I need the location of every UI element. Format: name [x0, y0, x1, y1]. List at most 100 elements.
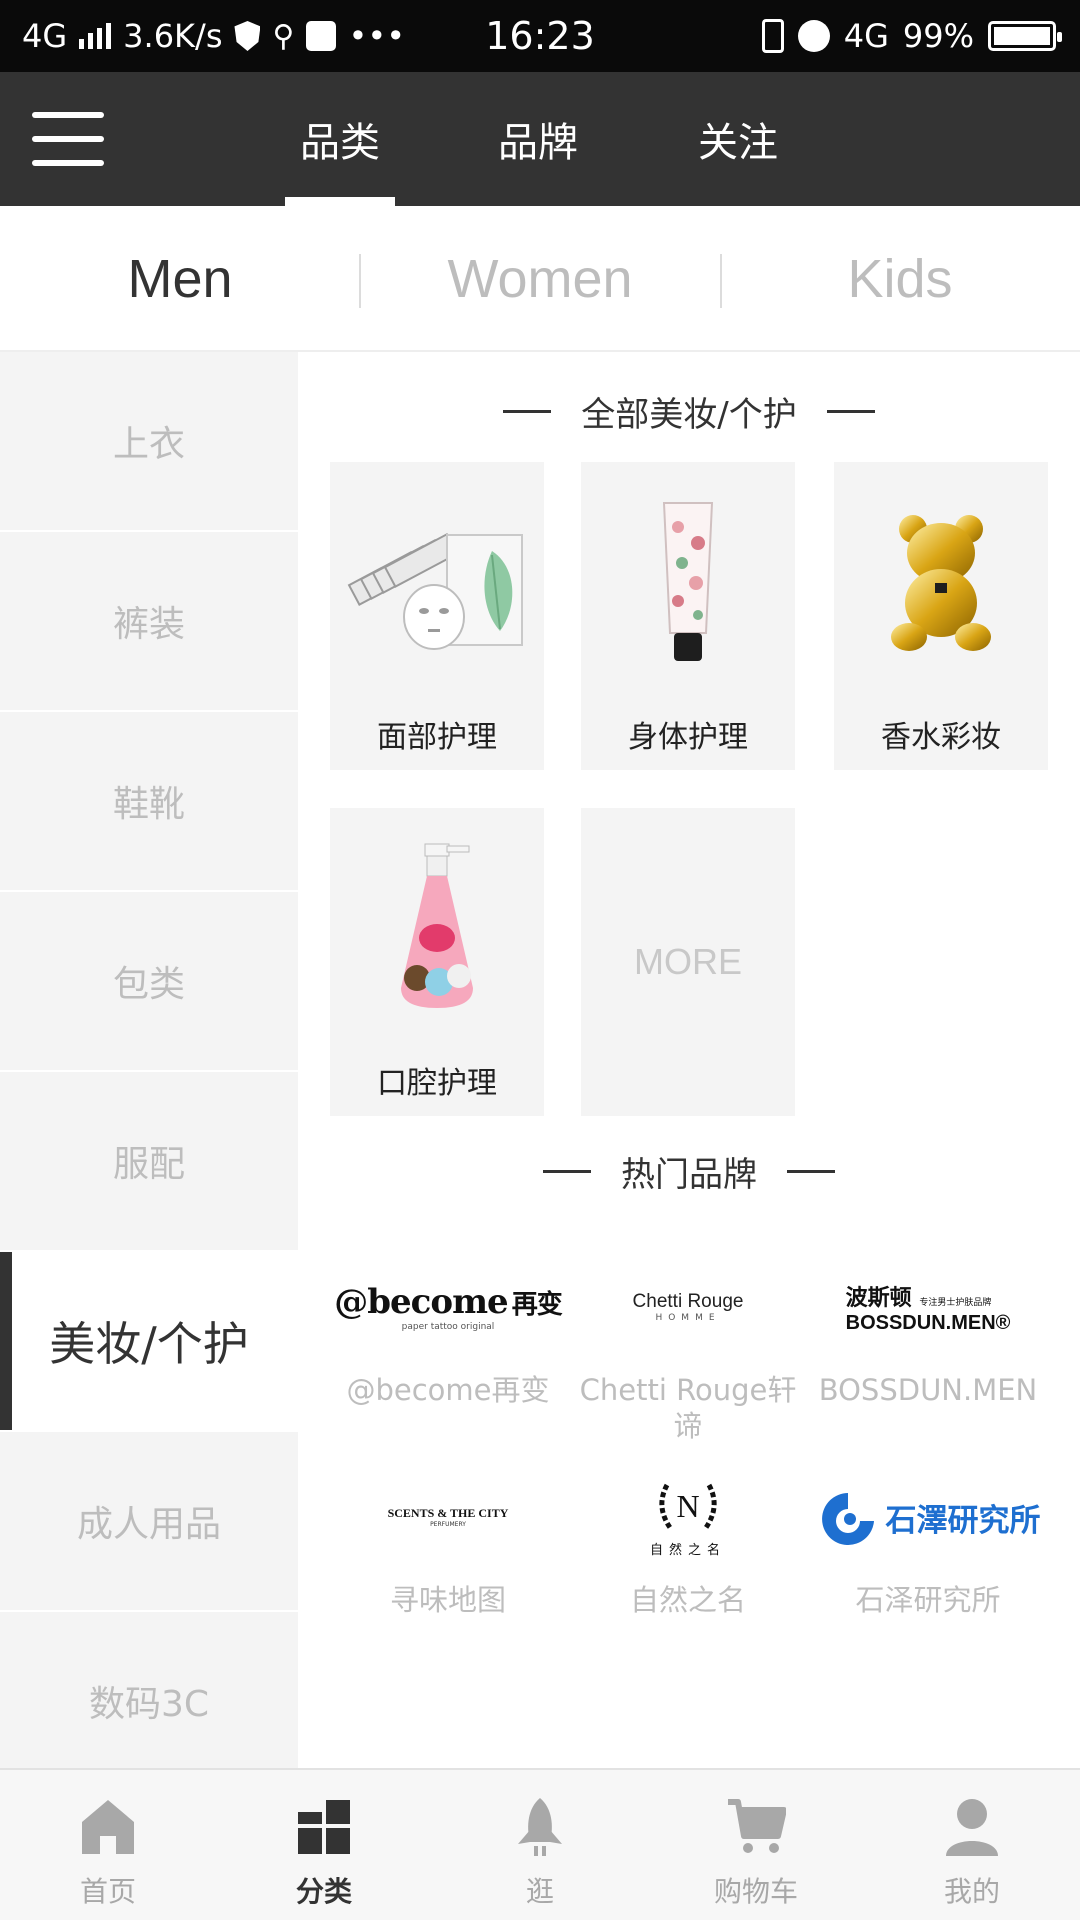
brand-scents-and-the-city[interactable]: SCENTS & THE CITY PERFUMERY 寻味地图: [328, 1462, 568, 1702]
rocket-icon: [518, 1798, 562, 1856]
sidebar-item-label: 数码3C: [88, 1684, 210, 1725]
brand-natural-name[interactable]: N 自然之名 自然之名: [568, 1462, 808, 1702]
ishizawa-logo: 石澤研究所: [808, 1462, 1048, 1572]
sidebar-item-shoes[interactable]: 鞋靴: [0, 712, 298, 892]
divider: [787, 1169, 835, 1173]
tab-profile[interactable]: 我的: [864, 1770, 1080, 1920]
category-card-label: 口腔护理: [377, 1066, 497, 1101]
status-right: 4G 99%: [761, 0, 1062, 72]
gender-tab-women[interactable]: Women: [360, 206, 720, 352]
tab-browse[interactable]: 逛: [432, 1770, 648, 1920]
tab-follow[interactable]: 关注: [683, 72, 793, 206]
gender-tab-men[interactable]: Men: [0, 206, 360, 352]
category-sidebar: 上衣 裤装 鞋靴 包类 服配 美妆/个护 成人用品 数码3C: [0, 352, 298, 1768]
category-card-body-care[interactable]: 身体护理: [581, 462, 795, 770]
sidebar-item-label: 美妆/个护: [49, 1317, 249, 1371]
sidebar-item-accessories[interactable]: 服配: [0, 1072, 298, 1252]
sidebar-item-digital[interactable]: 数码3C: [0, 1612, 298, 1768]
tab-label: 分类: [295, 1875, 352, 1908]
logo-text: 石澤研究所: [885, 1502, 1041, 1539]
battery-percent: 99%: [902, 17, 974, 55]
category-section-title: 全部美妆/个护: [298, 386, 1080, 436]
tab-label: 首页: [79, 1875, 136, 1908]
user-icon: [946, 1799, 998, 1856]
divider: [503, 409, 552, 413]
more-label: MORE: [634, 941, 742, 982]
brand-become[interactable]: @become 再变 paper tattoo original @become再…: [328, 1252, 568, 1492]
logo-text: Chetti Rouge: [632, 1291, 744, 1312]
tab-label: 逛: [525, 1875, 554, 1908]
tab-label: 我的: [943, 1875, 1000, 1908]
more-categories-button[interactable]: MORE: [581, 808, 795, 1116]
network-type-right: 4G: [843, 17, 889, 55]
face-mask-product-image: [330, 462, 544, 702]
brand-name: @become再变: [346, 1373, 550, 1407]
chetti-rouge-logo: Chetti Rouge HOMME: [568, 1252, 808, 1362]
sidebar-item-label: 鞋靴: [112, 784, 185, 825]
wave-logo-icon: [821, 1493, 874, 1545]
sidebar-item-label: 包类: [112, 964, 185, 1005]
brand-name: BOSSDUN.MEN: [818, 1373, 1038, 1407]
logo-text: @become: [334, 1282, 508, 1322]
brand-name: 石泽研究所: [855, 1583, 1001, 1617]
category-icon: [298, 1800, 350, 1854]
bossdun-logo: 波斯顿 专注男士护肤品牌 BOSSDUN.MEN®: [808, 1252, 1048, 1362]
toothpaste-product-image: [330, 808, 544, 1048]
tab-category[interactable]: 品类: [285, 72, 395, 206]
brand-name: Chetti Rouge轩谛: [579, 1373, 797, 1443]
tab-home[interactable]: 首页: [0, 1770, 216, 1920]
sidebar-item-label: 裤装: [112, 604, 185, 645]
category-card-fragrance-makeup[interactable]: 香水彩妆: [834, 462, 1048, 770]
brand-bossdun-men[interactable]: 波斯顿 专注男士护肤品牌 BOSSDUN.MEN® BOSSDUN.MEN: [808, 1252, 1048, 1492]
sidebar-item-bags[interactable]: 包类: [0, 892, 298, 1072]
gender-tab-kids[interactable]: Kids: [720, 206, 1080, 352]
logo-subtext: 专注男士护肤品牌: [919, 1297, 992, 1308]
menu-icon[interactable]: [32, 112, 104, 166]
brands-section-title: 热门品牌: [298, 1146, 1080, 1196]
tab-brand[interactable]: 品牌: [483, 72, 593, 206]
divider: [543, 1169, 591, 1173]
scents-logo: SCENTS & THE CITY PERFUMERY: [328, 1462, 568, 1572]
bottom-tab-bar: 首页 分类 逛 购物车 我的: [0, 1768, 1080, 1920]
category-content: 全部美妆/个护 面部护理 身体护理 香水彩妆 口腔护理 MORE 热门品牌 @b…: [298, 352, 1080, 1768]
logo-subtext: PERFUMERY: [430, 1521, 466, 1528]
logo-letter: N: [676, 1488, 699, 1524]
gender-tabs: Men Women Kids: [0, 206, 1080, 352]
tab-category-bottom[interactable]: 分类: [216, 1770, 432, 1920]
logo-text: 自然之名: [649, 1542, 726, 1558]
sidebar-item-label: 上衣: [112, 424, 185, 465]
sidebar-item-beauty[interactable]: 美妆/个护: [0, 1252, 298, 1432]
tab-cart[interactable]: 购物车: [648, 1770, 864, 1920]
category-card-label: 香水彩妆: [881, 720, 1001, 755]
sidebar-item-adult[interactable]: 成人用品: [0, 1432, 298, 1612]
clock: 16:23: [485, 14, 595, 58]
sidebar-item-tops[interactable]: 上衣: [0, 352, 298, 532]
alarm-icon: [797, 20, 830, 52]
brand-ishizawa-lab[interactable]: 石澤研究所 石泽研究所: [808, 1462, 1048, 1702]
sidebar-item-pants[interactable]: 裤装: [0, 532, 298, 712]
top-nav: 品类 品牌 关注: [0, 72, 1080, 206]
status-bar: 4G 3.6K/s ⚲ ••• 16:23 4G 99%: [0, 0, 1080, 72]
brand-name: 自然之名: [629, 1583, 746, 1617]
section-title-text: 热门品牌: [621, 1154, 757, 1195]
category-card-face-care[interactable]: 面部护理: [330, 462, 544, 770]
logo-subtext: HOMME: [655, 1313, 721, 1323]
logo-text: 再变: [511, 1290, 563, 1320]
become-logo: @become 再变 paper tattoo original: [328, 1252, 568, 1362]
natural-name-logo: N 自然之名: [568, 1462, 808, 1572]
gold-bear-perfume-image: [834, 462, 1048, 702]
battery-icon: [988, 21, 1062, 51]
brand-name: 寻味地图: [389, 1583, 506, 1617]
logo-text: SCENTS & THE CITY: [387, 1506, 509, 1520]
category-card-oral-care[interactable]: 口腔护理: [330, 808, 544, 1116]
home-icon: [82, 1800, 134, 1854]
hand-cream-product-image: [581, 462, 795, 702]
section-title-text: 全部美妆/个护: [581, 394, 797, 435]
logo-text: 波斯顿: [845, 1285, 912, 1311]
laurel-wreath-icon: N: [659, 1483, 717, 1530]
category-card-label: 面部护理: [377, 720, 497, 755]
tab-label: 购物车: [713, 1875, 798, 1908]
category-card-label: 身体护理: [628, 720, 748, 755]
cart-icon: [728, 1799, 786, 1853]
brand-chetti-rouge[interactable]: Chetti Rouge HOMME Chetti Rouge轩谛: [568, 1252, 808, 1492]
